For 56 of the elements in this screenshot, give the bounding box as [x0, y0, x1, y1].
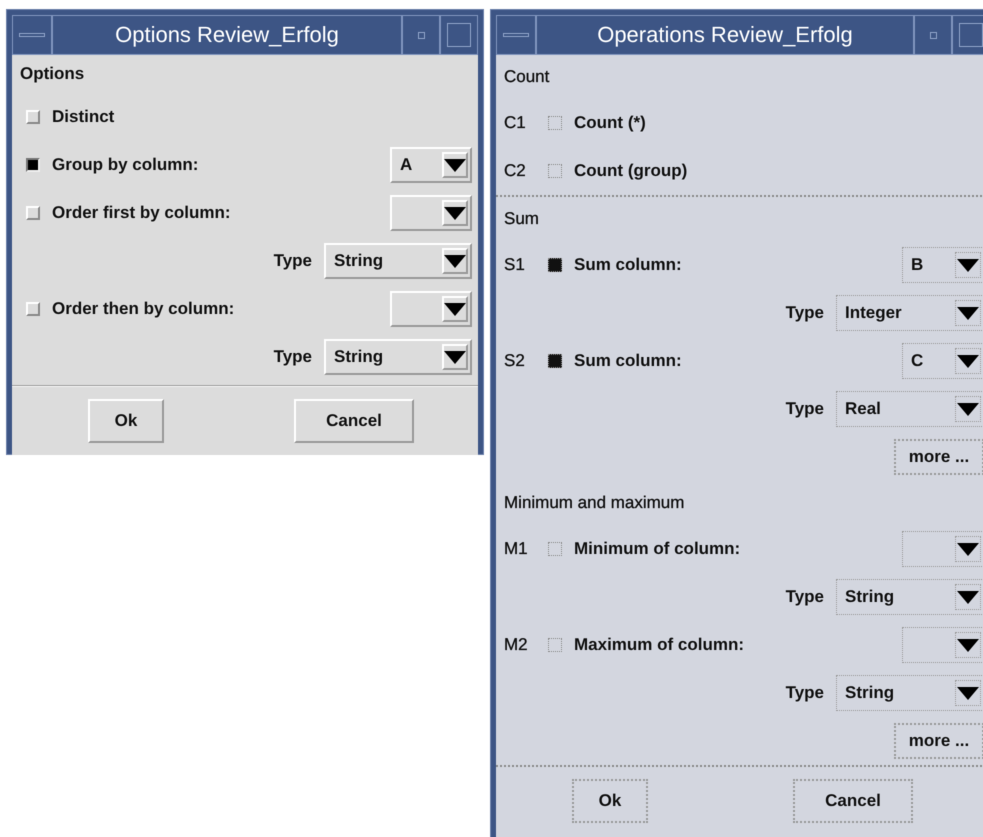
window-menu-button[interactable] — [12, 15, 52, 55]
more-button[interactable]: more ... — [894, 439, 983, 475]
cancel-button[interactable]: Cancel — [793, 779, 913, 823]
option-label: Count (group) — [574, 161, 688, 181]
maximize-button[interactable] — [952, 15, 983, 55]
dropdown[interactable]: B — [902, 247, 983, 283]
dropdown[interactable]: String — [324, 339, 472, 375]
option-label: Count (*) — [574, 113, 647, 133]
option-label: Sum column: — [574, 351, 683, 371]
option-label: Sum column: — [574, 255, 683, 275]
dropdown[interactable] — [902, 531, 983, 567]
dropdown[interactable]: C — [902, 343, 983, 379]
option-label: Group by column: — [52, 155, 200, 175]
row-tag: C2 — [504, 161, 540, 181]
ok-button[interactable]: Ok — [572, 779, 648, 823]
row-tag: C1 — [504, 113, 540, 133]
checkbox[interactable] — [548, 116, 562, 130]
window-menu-button[interactable] — [496, 15, 536, 55]
type-label: Type — [274, 251, 312, 271]
section-heading: Minimum and maximum — [504, 492, 686, 514]
option-label: Minimum of column: — [574, 539, 742, 559]
dropdown[interactable]: String — [836, 579, 983, 615]
row-tag: S1 — [504, 255, 540, 275]
checkbox[interactable] — [548, 354, 562, 368]
option-label: Order then by column: — [52, 299, 236, 319]
dropdown[interactable]: String — [324, 243, 472, 279]
section-heading: Options — [20, 63, 86, 85]
ok-button[interactable]: Ok — [88, 399, 164, 443]
dropdown[interactable] — [902, 627, 983, 663]
type-label: Type — [786, 303, 824, 323]
maximize-button[interactable] — [440, 15, 478, 55]
checkbox[interactable] — [548, 258, 562, 272]
cancel-button[interactable]: Cancel — [294, 399, 414, 443]
row-tag: M2 — [504, 635, 540, 655]
dropdown[interactable]: Real — [836, 391, 983, 427]
section-heading: Sum — [504, 208, 540, 230]
dropdown[interactable]: Integer — [836, 295, 983, 331]
window-title: Operations Review_Erfolg — [536, 15, 914, 55]
checkbox[interactable] — [26, 158, 40, 172]
dropdown[interactable]: A — [390, 147, 472, 183]
checkbox[interactable] — [548, 638, 562, 652]
checkbox[interactable] — [548, 164, 562, 178]
row-tag: M1 — [504, 539, 540, 559]
option-label: Distinct — [52, 107, 116, 127]
type-label: Type — [786, 399, 824, 419]
section-heading: Count — [504, 66, 550, 88]
row-tag: S2 — [504, 351, 540, 371]
type-label: Type — [274, 347, 312, 367]
checkbox[interactable] — [548, 542, 562, 556]
dropdown[interactable]: String — [836, 675, 983, 711]
option-label: Order first by column: — [52, 203, 232, 223]
more-button[interactable]: more ... — [894, 723, 983, 759]
option-label: Maximum of column: — [574, 635, 746, 655]
type-label: Type — [786, 683, 824, 703]
window-title: Options Review_Erfolg — [52, 15, 402, 55]
type-label: Type — [786, 587, 824, 607]
